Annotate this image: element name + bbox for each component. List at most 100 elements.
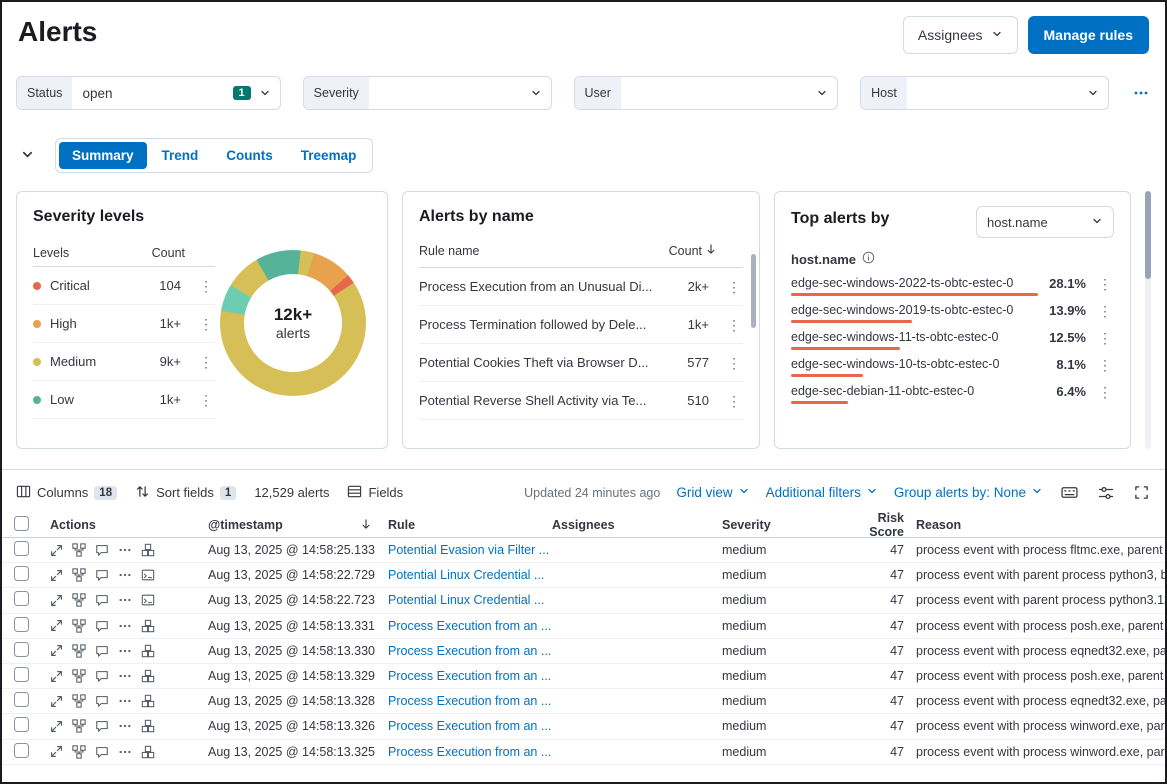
manage-rules-button[interactable]: Manage rules [1028, 16, 1149, 54]
scrollbar-thumb[interactable] [1145, 191, 1151, 279]
expand-alert-icon[interactable] [50, 619, 63, 632]
analyze-event-icon[interactable] [72, 568, 86, 582]
tab-counts[interactable]: Counts [213, 142, 286, 169]
group-alerts-by-button[interactable]: Group alerts by: None [894, 485, 1043, 500]
analyze-session-icon[interactable] [141, 644, 155, 658]
filter-severity[interactable]: Severity [303, 76, 552, 110]
reason-cell[interactable]: process event with parent process python… [908, 593, 1165, 607]
comment-icon[interactable] [95, 745, 109, 759]
row-checkbox[interactable] [14, 692, 29, 707]
reason-column-header[interactable]: Reason [908, 518, 1165, 532]
more-actions-icon[interactable] [118, 619, 132, 633]
comment-icon[interactable] [95, 644, 109, 658]
analyze-event-icon[interactable] [72, 619, 86, 633]
row-checkbox[interactable] [14, 566, 29, 581]
more-actions-icon[interactable] [118, 568, 132, 582]
analyze-event-icon[interactable] [72, 719, 86, 733]
additional-filters-button[interactable]: Additional filters [766, 485, 878, 500]
expand-alert-icon[interactable] [50, 644, 63, 657]
rule-link[interactable]: Potential Linux Credential ... [388, 568, 552, 582]
more-filter-options-icon[interactable] [1131, 83, 1151, 103]
row-checkbox[interactable] [14, 743, 29, 758]
reason-cell[interactable]: process event with process eqnedt32.exe,… [908, 644, 1165, 658]
row-checkbox[interactable] [14, 541, 29, 556]
analyze-session-icon[interactable] [141, 669, 155, 683]
comment-icon[interactable] [95, 669, 109, 683]
sort-fields-button[interactable]: Sort fields 1 [135, 484, 236, 502]
expand-alert-icon[interactable] [50, 670, 63, 683]
reason-cell[interactable]: process event with process eqnedt32.exe,… [908, 694, 1165, 708]
assignees-column-header[interactable]: Assignees [552, 518, 722, 532]
host-name[interactable]: edge-sec-windows-2019-ts-obtc-estec-0 [791, 303, 1038, 317]
info-icon[interactable] [862, 251, 875, 267]
host-name[interactable]: edge-sec-windows-10-ts-obtc-estec-0 [791, 357, 1038, 371]
expand-alert-icon[interactable] [50, 594, 63, 607]
reason-cell[interactable]: process event with process fltmc.exe, pa… [908, 543, 1165, 557]
tab-trend[interactable]: Trend [149, 142, 212, 169]
comment-icon[interactable] [95, 593, 109, 607]
reason-cell[interactable]: process event with parent process python… [908, 568, 1165, 582]
row-menu-icon[interactable]: ⋮ [197, 393, 215, 407]
reason-cell[interactable]: process event with process posh.exe, par… [908, 669, 1165, 683]
reason-cell[interactable]: process event with process winword.exe, … [908, 719, 1165, 733]
row-menu-icon[interactable]: ⋮ [1096, 304, 1114, 318]
more-actions-icon[interactable] [118, 543, 132, 557]
rule-link[interactable]: Process Execution from an ... [388, 719, 552, 733]
row-checkbox[interactable] [14, 617, 29, 632]
more-actions-icon[interactable] [118, 669, 132, 683]
grid-view-button[interactable]: Grid view [676, 485, 749, 500]
analyze-event-icon[interactable] [72, 593, 86, 607]
comment-icon[interactable] [95, 619, 109, 633]
display-options-icon[interactable] [1096, 483, 1116, 503]
comment-icon[interactable] [95, 694, 109, 708]
more-actions-icon[interactable] [118, 719, 132, 733]
row-menu-icon[interactable]: ⋮ [725, 394, 743, 408]
comment-icon[interactable] [95, 543, 109, 557]
filter-user[interactable]: User [574, 76, 839, 110]
analyze-event-icon[interactable] [72, 694, 86, 708]
top-alerts-field-select[interactable]: host.name [976, 206, 1114, 238]
row-menu-icon[interactable]: ⋮ [1096, 385, 1114, 399]
expand-alert-icon[interactable] [50, 544, 63, 557]
host-name[interactable]: edge-sec-debian-11-obtc-estec-0 [791, 384, 1038, 398]
expand-alert-icon[interactable] [50, 745, 63, 758]
row-menu-icon[interactable]: ⋮ [1096, 358, 1114, 372]
timestamp-column-header[interactable]: @timestamp [208, 518, 388, 533]
analyze-session-icon[interactable] [141, 745, 155, 759]
reason-cell[interactable]: process event with process posh.exe, par… [908, 619, 1165, 633]
row-menu-icon[interactable]: ⋮ [1096, 331, 1114, 345]
columns-button[interactable]: Columns 18 [16, 484, 117, 502]
risk-score-column-header[interactable]: Risk Score [842, 511, 908, 539]
select-all-checkbox[interactable] [14, 516, 29, 531]
analyze-event-icon[interactable] [72, 745, 86, 759]
rule-link[interactable]: Process Execution from an ... [388, 644, 552, 658]
more-actions-icon[interactable] [118, 644, 132, 658]
rule-link[interactable]: Potential Linux Credential ... [388, 593, 552, 607]
row-menu-icon[interactable]: ⋮ [197, 279, 215, 293]
row-menu-icon[interactable]: ⋮ [197, 355, 215, 369]
filter-status[interactable]: Status open 1 [16, 76, 281, 110]
expand-alert-icon[interactable] [50, 569, 63, 582]
analyze-session-icon[interactable] [141, 694, 155, 708]
keyboard-shortcuts-icon[interactable] [1059, 482, 1080, 503]
more-actions-icon[interactable] [118, 694, 132, 708]
panel-scrollbar[interactable] [751, 254, 756, 328]
session-view-icon[interactable] [141, 593, 155, 607]
row-checkbox[interactable] [14, 667, 29, 682]
row-menu-icon[interactable]: ⋮ [725, 356, 743, 370]
session-view-icon[interactable] [141, 568, 155, 582]
analyze-session-icon[interactable] [141, 543, 155, 557]
charts-scrollbar[interactable] [1145, 191, 1151, 449]
row-checkbox[interactable] [14, 591, 29, 606]
rule-link[interactable]: Process Execution from an ... [388, 619, 552, 633]
row-menu-icon[interactable]: ⋮ [197, 317, 215, 331]
count-sort-header[interactable]: Count [669, 243, 717, 258]
collapse-charts-button[interactable] [16, 143, 39, 169]
row-menu-icon[interactable]: ⋮ [725, 280, 743, 294]
analyze-event-icon[interactable] [72, 644, 86, 658]
tab-treemap[interactable]: Treemap [288, 142, 370, 169]
more-actions-icon[interactable] [118, 745, 132, 759]
rule-link[interactable]: Process Execution from an ... [388, 745, 552, 759]
host-name[interactable]: edge-sec-windows-11-ts-obtc-estec-0 [791, 330, 1038, 344]
row-checkbox[interactable] [14, 717, 29, 732]
